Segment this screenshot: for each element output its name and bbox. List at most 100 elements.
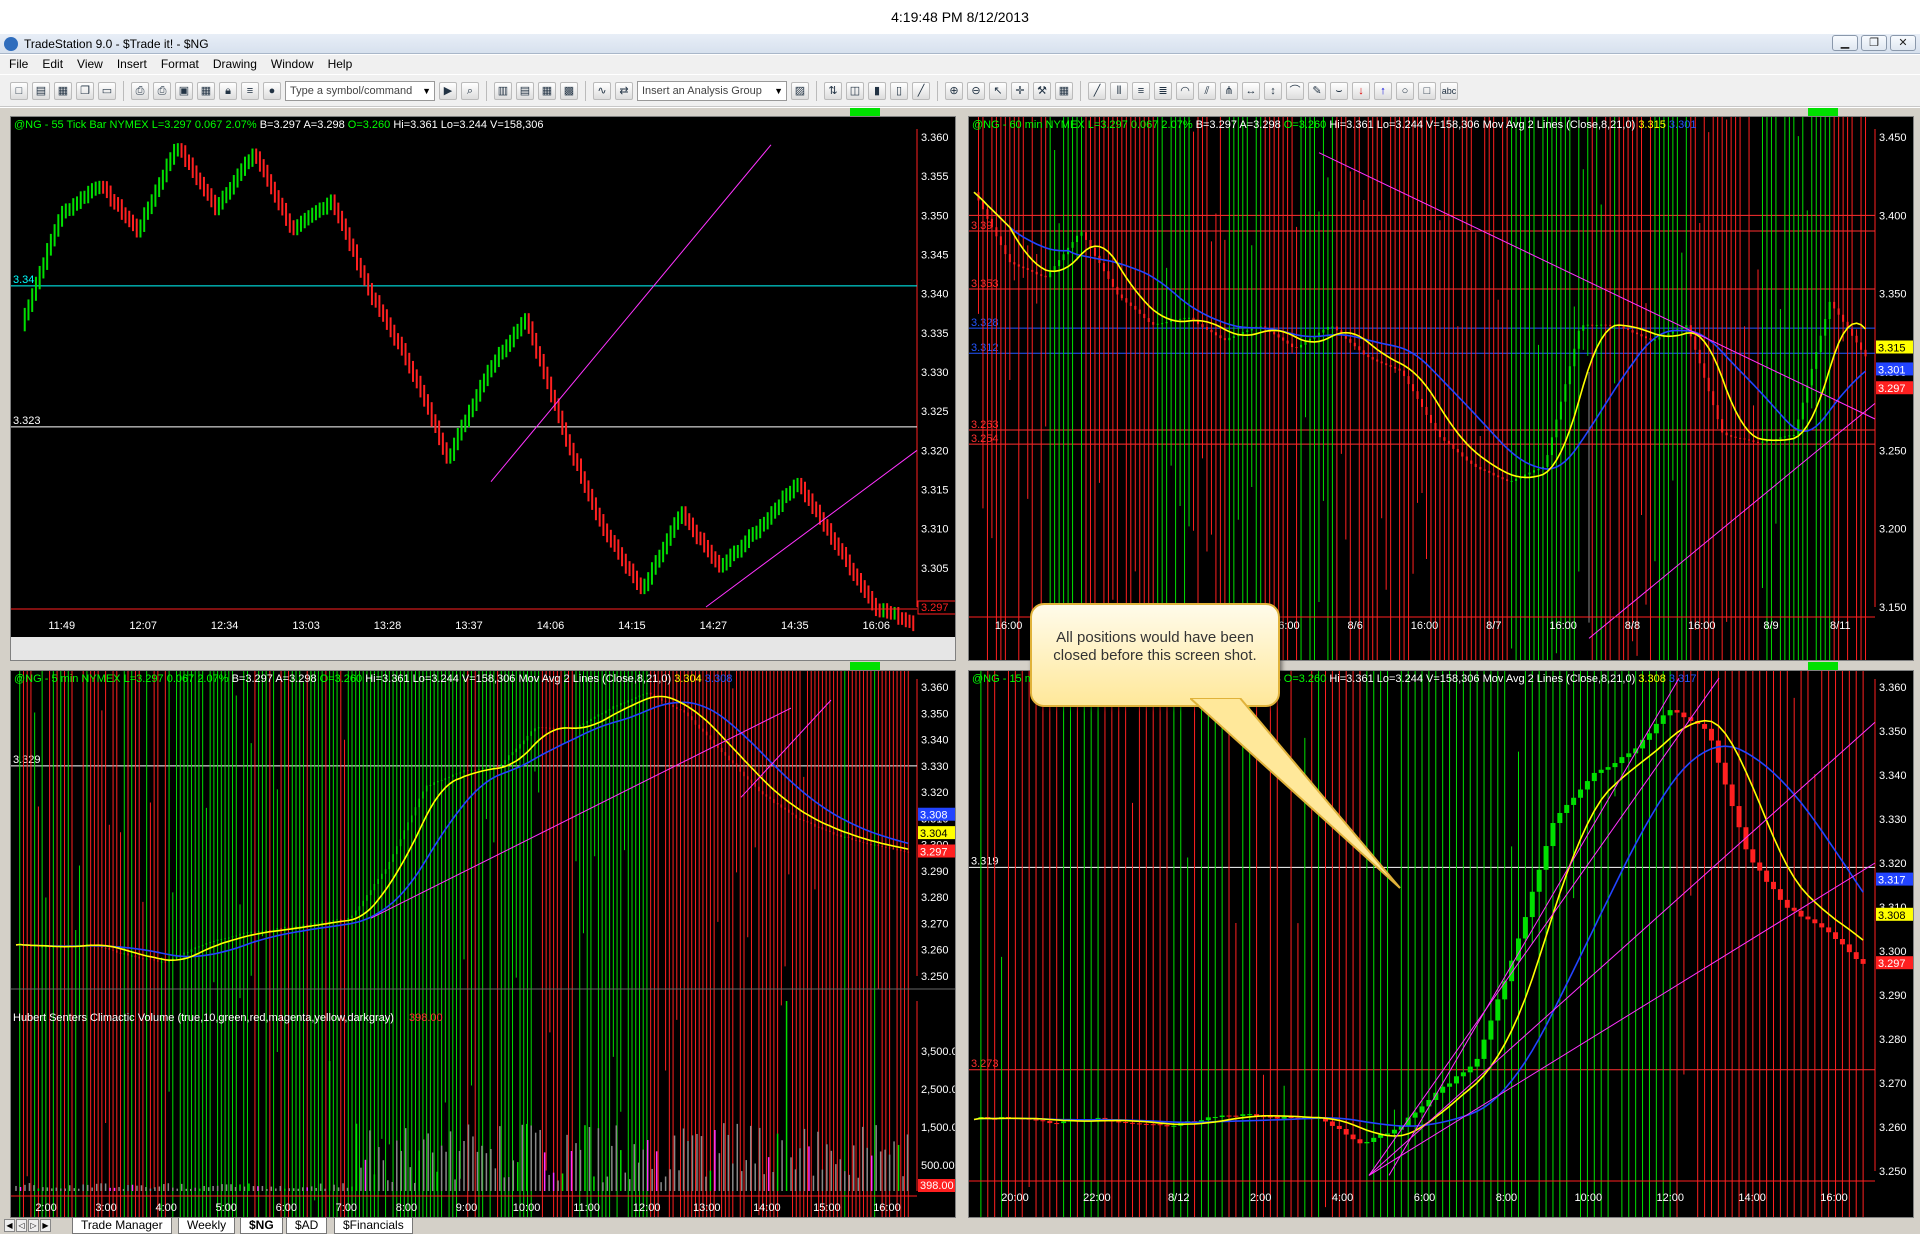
candle-body [825, 829, 827, 831]
first-tab-icon[interactable]: ◀ [4, 1219, 15, 1232]
candle-body [1062, 254, 1065, 261]
menu-file[interactable]: File [2, 55, 35, 74]
hammer-icon[interactable]: ⚒ [1033, 81, 1051, 100]
tab-weekly[interactable]: Weekly [178, 1218, 236, 1234]
strategy-icon[interactable]: ⇄ [615, 81, 633, 100]
ellipse-icon[interactable]: ○ [1396, 81, 1414, 100]
crosshair-icon[interactable]: ✛ [1011, 81, 1029, 100]
print-icon[interactable]: ⎙ [131, 81, 149, 100]
copy-icon[interactable]: ❐ [76, 81, 94, 100]
candle-body [1367, 354, 1370, 358]
vertical-lines-icon[interactable]: ⦀ [1110, 81, 1128, 100]
menu-insert[interactable]: Insert [110, 55, 154, 74]
new-icon[interactable]: □ [10, 81, 28, 100]
fib-icon[interactable]: ≣ [1154, 81, 1172, 100]
zoom-in-icon[interactable]: ⊕ [945, 81, 963, 100]
horizontal-arrow-icon[interactable]: ↔ [1242, 81, 1260, 100]
order-icon[interactable]: ⇅ [824, 81, 842, 100]
pencil-icon[interactable]: ✎ [1308, 81, 1326, 100]
chart-55-tick[interactable]: 3.360 3.355 3.350 3.345 3.340 3.335 3.330 3.325… [10, 116, 956, 661]
andrews-icon[interactable]: ⋔ [1220, 81, 1238, 100]
properties-icon[interactable]: ≡ [241, 81, 259, 100]
chart-60-min[interactable]: 3.4503.4003.3503.3003.2503.2003.1503.393… [968, 116, 1914, 661]
bar-chart-icon[interactable]: ▮ [868, 81, 886, 100]
candle-body [649, 692, 652, 695]
up-arrow-icon[interactable]: ↑ [1374, 81, 1392, 100]
restore-button[interactable]: ❐ [1861, 35, 1887, 51]
arc-icon[interactable]: ◠ [1176, 81, 1194, 100]
candle-body [1300, 344, 1303, 348]
symbol-input[interactable]: Type a symbol/command ▼ [285, 80, 435, 101]
prev-tab-icon[interactable]: ◁ [16, 1219, 27, 1232]
rectangle-icon[interactable]: □ [1418, 81, 1436, 100]
zoom-out-icon[interactable]: ⊖ [967, 81, 985, 100]
tab-trade-manager[interactable]: Trade Manager [72, 1218, 172, 1234]
chart-5-min[interactable]: 3.3603.3503.3403.3303.3203.3103.3003.290… [10, 670, 956, 1218]
open-icon[interactable]: ▤ [32, 81, 50, 100]
go-arrow-icon[interactable]: ▶ [439, 81, 457, 100]
candle-body [213, 941, 215, 943]
menu-window[interactable]: Window [264, 55, 321, 74]
analysis-group-select[interactable]: Insert an Analysis Group ▼ [637, 80, 787, 101]
trendline-icon[interactable]: ╱ [1088, 81, 1106, 100]
account-icon[interactable]: ◫ [846, 81, 864, 100]
tab-ad[interactable]: $AD [286, 1218, 328, 1234]
candle-body [1694, 336, 1697, 350]
close-button[interactable]: ✕ [1890, 35, 1916, 51]
candle-body [112, 949, 114, 951]
chart-15-min[interactable]: 3.3603.3503.3403.3303.3203.3103.3003.290… [968, 670, 1914, 1218]
gann-icon[interactable]: ⌒ [1286, 81, 1304, 100]
menu-drawing[interactable]: Drawing [206, 55, 264, 74]
candle-body [1205, 1117, 1211, 1121]
next-tab-icon[interactable]: ▷ [28, 1219, 39, 1232]
lock-icon[interactable]: 🔒︎ [219, 81, 237, 100]
candle-body [1788, 435, 1791, 437]
indicator-icon[interactable]: ∿ [593, 81, 611, 100]
last-tab-icon[interactable]: ▶ [40, 1219, 51, 1232]
palette-icon[interactable]: ● [263, 81, 281, 100]
vertical-arrow-icon[interactable]: ↕ [1264, 81, 1282, 100]
matrix-icon[interactable]: ▦ [538, 81, 556, 100]
horizontal-lines-icon[interactable]: ≡ [1132, 81, 1150, 100]
candle-body [799, 818, 801, 820]
line-chart-icon[interactable]: ╱ [912, 81, 930, 100]
candle-body [1837, 308, 1840, 315]
printer-icon[interactable]: ⎙ [153, 81, 171, 100]
candle-body [485, 767, 488, 769]
chart-window-icon[interactable]: ▥ [494, 81, 512, 100]
candle-body [1116, 286, 1119, 295]
channel-icon[interactable]: ⫽ [1198, 81, 1216, 100]
candle-body [1833, 932, 1839, 939]
analysis-icon[interactable]: ▨ [791, 81, 809, 100]
grid-icon[interactable]: ▦ [197, 81, 215, 100]
candle-body [1274, 1116, 1280, 1119]
candle-icon[interactable]: ▯ [890, 81, 908, 100]
calculator-icon[interactable]: ▦ [1055, 81, 1073, 100]
radarscreen-icon[interactable]: ▤ [516, 81, 534, 100]
save-icon[interactable]: ▦ [54, 81, 72, 100]
candle-body [280, 928, 282, 930]
tab-financials[interactable]: $Financials [334, 1218, 413, 1234]
candle-body [858, 840, 861, 843]
header-field: NYMEX [109, 119, 152, 131]
header-field: B=3.297 [259, 119, 304, 131]
scanner-icon[interactable]: ▩ [560, 81, 578, 100]
pointer-icon[interactable]: ↖ [989, 81, 1007, 100]
menu-edit[interactable]: Edit [35, 55, 70, 74]
candle-body [407, 822, 409, 831]
minimize-button[interactable]: ▁ [1832, 35, 1858, 51]
symbol-lookup-icon[interactable]: ⌕ [461, 81, 479, 100]
candle-body [1273, 331, 1276, 335]
menu-help[interactable]: Help [321, 55, 360, 74]
candle-body [1667, 333, 1670, 336]
time-tick-label: 3:00 [95, 1202, 116, 1214]
menu-format[interactable]: Format [154, 55, 206, 74]
down-arrow-icon[interactable]: ↓ [1352, 81, 1370, 100]
tab-ng[interactable]: $NG [240, 1218, 283, 1234]
window-icon[interactable]: ▣ [175, 81, 193, 100]
candle-body [1232, 336, 1235, 338]
menu-view[interactable]: View [70, 55, 110, 74]
folder-icon[interactable]: ▭ [98, 81, 116, 100]
curve-icon[interactable]: ⌣ [1330, 81, 1348, 100]
text-icon[interactable]: abc [1440, 81, 1458, 100]
